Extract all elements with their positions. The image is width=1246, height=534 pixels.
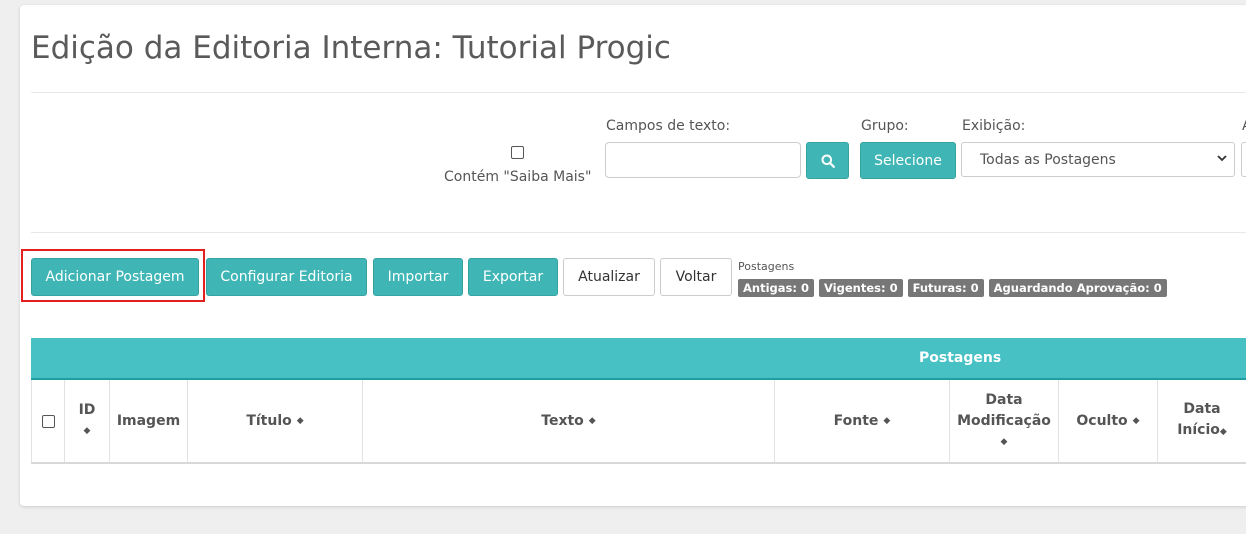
col-oculto[interactable]: Oculto ◆ xyxy=(1059,380,1158,462)
col-fonte[interactable]: Fonte ◆ xyxy=(775,380,950,462)
highlight-box xyxy=(21,249,205,302)
col-id[interactable]: ID ◆ xyxy=(65,380,110,462)
col-data-inicio[interactable]: Data Início◆ xyxy=(1158,380,1246,462)
import-button[interactable]: Importar xyxy=(373,258,463,296)
col-titulo[interactable]: Título ◆ xyxy=(188,380,363,462)
col-texto[interactable]: Texto ◆ xyxy=(363,380,775,462)
col-data-modificacao[interactable]: Data Modificação ◆ xyxy=(950,380,1059,462)
col-titulo-label: Título xyxy=(246,412,292,429)
divider xyxy=(31,232,1246,233)
select-all-checkbox[interactable] xyxy=(41,414,55,428)
col-data-ini-line2: Início xyxy=(1177,422,1220,438)
col-data-ini-line1: Data xyxy=(1183,401,1221,417)
group-label: Grupo: xyxy=(861,118,909,134)
col-id-label: ID xyxy=(78,402,96,418)
table-caption-bar: Postagens xyxy=(31,338,1246,378)
divider xyxy=(31,92,1246,93)
col-texto-label: Texto xyxy=(541,412,584,429)
text-fields-label: Campos de texto: xyxy=(606,118,731,134)
display-select[interactable]: Todas as Postagens xyxy=(961,142,1235,177)
table-caption: Postagens xyxy=(919,350,1002,366)
sort-icon: ◆ xyxy=(883,415,891,426)
sort-icon: ◆ xyxy=(296,415,304,426)
sort-icon: ◆ xyxy=(83,426,91,436)
sort-icon: ◆ xyxy=(1219,427,1227,437)
col-oculto-label: Oculto xyxy=(1076,412,1128,429)
col-data-mod-line1: Data xyxy=(985,391,1023,408)
saiba-mais-filter: Contém "Saiba Mais" xyxy=(444,146,592,185)
badge-aguardando: Aguardando Aprovação: 0 xyxy=(988,279,1167,297)
search-icon xyxy=(821,154,835,168)
chevron-down-icon xyxy=(1217,155,1227,162)
cut-off-label: A xyxy=(1242,118,1246,134)
saiba-mais-label: Contém "Saiba Mais" xyxy=(444,169,592,185)
saiba-mais-checkbox[interactable] xyxy=(510,146,524,159)
badge-futuras: Futuras: 0 xyxy=(907,279,984,297)
export-button[interactable]: Exportar xyxy=(468,258,558,296)
configure-editoria-button[interactable]: Configurar Editoria xyxy=(206,258,367,296)
search-input[interactable] xyxy=(605,142,801,178)
sort-icon: ◆ xyxy=(1000,436,1008,447)
col-imagem: Imagem xyxy=(110,380,188,462)
col-imagem-label: Imagem xyxy=(116,412,181,429)
refresh-button[interactable]: Atualizar xyxy=(563,258,655,296)
table-header-row: ID ◆ Imagem Título ◆ Texto ◆ Fonte ◆ Data Mo… xyxy=(31,380,1246,464)
cut-off-field[interactable] xyxy=(1241,142,1246,177)
badge-vigentes: Vigentes: 0 xyxy=(818,279,903,297)
sort-icon: ◆ xyxy=(1132,415,1140,426)
back-button[interactable]: Voltar xyxy=(660,258,732,296)
sort-icon: ◆ xyxy=(588,415,596,426)
counts-badges: Antigas: 0 Vigentes: 0 Futuras: 0 Aguard… xyxy=(738,279,1167,297)
page-title: Edição da Editoria Interna: Tutorial Pro… xyxy=(31,30,671,66)
select-all-cell xyxy=(31,380,65,462)
display-label: Exibição: xyxy=(962,118,1026,134)
display-select-value: Todas as Postagens xyxy=(980,151,1116,168)
counts-label: Postagens xyxy=(738,260,795,273)
search-button[interactable] xyxy=(806,142,849,179)
col-data-mod-line2: Modificação xyxy=(957,412,1051,429)
group-select-button[interactable]: Selecione xyxy=(860,142,956,179)
badge-antigas: Antigas: 0 xyxy=(738,279,814,297)
col-fonte-label: Fonte xyxy=(833,412,879,429)
